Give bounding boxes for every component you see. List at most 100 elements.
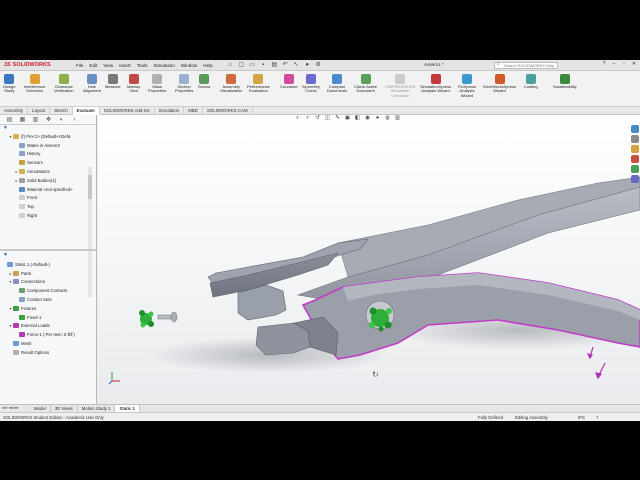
- simulation-filter-icon[interactable]: ▼: [3, 252, 8, 258]
- property-manager-tab-icon[interactable]: ▦: [19, 116, 26, 123]
- minimize-button[interactable]: –: [610, 61, 618, 67]
- tab-scroll-arrows[interactable]: ◂ ▸ ◂◂ ▸▸: [2, 405, 30, 412]
- tab-sketch[interactable]: Sketch: [50, 107, 73, 115]
- open-icon[interactable]: ▭: [249, 62, 256, 69]
- design-library-icon[interactable]: [631, 135, 639, 143]
- tab-simulation[interactable]: Simulation: [155, 107, 185, 115]
- menu-item-window[interactable]: Window: [181, 63, 197, 68]
- tree-node[interactable]: ▾ (f) Pin<1> (Default<<Defa: [0, 132, 96, 141]
- tree-node[interactable]: Force-1 (:Per item: 5 lbf:): [0, 330, 97, 339]
- tab-layout[interactable]: Layout: [28, 107, 51, 115]
- menu-item-file[interactable]: File: [76, 63, 83, 68]
- cmd-symmetry-check[interactable]: Symmetry Check: [302, 74, 320, 94]
- cmd-design-study[interactable]: Design Study: [3, 74, 15, 94]
- tree-node[interactable]: ▸ Annotations: [0, 167, 96, 176]
- tree-node[interactable]: ▾ External Loads: [0, 322, 97, 331]
- units-status[interactable]: IPS: [578, 415, 585, 420]
- filter-icon[interactable]: ▼: [0, 125, 96, 132]
- help-toggle-icon[interactable]: ?: [596, 415, 598, 420]
- cmd-simulationxpress-analysiswizard[interactable]: SimulationXpress Analysis Wizard: [420, 74, 451, 94]
- tree-node[interactable]: Fixed-1: [0, 313, 97, 322]
- tree-node[interactable]: ▾ Fixtures: [0, 304, 97, 313]
- home-icon[interactable]: ⌂: [227, 62, 234, 69]
- save-icon[interactable]: ▪: [260, 62, 267, 69]
- pliers-model[interactable]: [98, 115, 640, 404]
- cmd-mass-properties[interactable]: Mass Properties: [148, 74, 166, 94]
- appearances-icon[interactable]: [631, 155, 639, 163]
- cmd-measure[interactable]: Measure: [105, 74, 121, 89]
- cmd-interference-detection[interactable]: Interference Detection: [24, 74, 45, 94]
- tree-node[interactable]: ▸ Parts: [0, 269, 97, 278]
- fixture-symbol-pivot[interactable]: [369, 307, 392, 332]
- tab-solidworks-add-ins[interactable]: SOLIDWORKS Add-Ins: [100, 107, 155, 115]
- tree-node[interactable]: Contact Sets: [0, 295, 97, 304]
- panel-splitter[interactable]: [0, 249, 97, 251]
- fixture-symbol-left[interactable]: [139, 310, 154, 328]
- tree-node[interactable]: Sensors: [0, 158, 96, 167]
- cmd-section-properties[interactable]: Section Properties: [175, 74, 193, 94]
- feature-manager-tab-icon[interactable]: ▤: [6, 116, 13, 123]
- tree-node[interactable]: Component Contacts: [0, 286, 97, 295]
- help-icon[interactable]: ?: [600, 61, 608, 67]
- model-tab-model[interactable]: Model: [30, 405, 51, 412]
- tree-node[interactable]: History: [0, 150, 96, 159]
- menu-item-tools[interactable]: Tools: [137, 63, 148, 68]
- tab-mbd[interactable]: MBD: [184, 107, 203, 115]
- cmd-clearance-verification[interactable]: Clearance Verification: [54, 74, 74, 94]
- menu-item-simulation[interactable]: Simulation: [153, 63, 174, 68]
- tree-node[interactable]: ▾ Connections: [0, 278, 97, 287]
- solidworks-logo[interactable]: 3S SOLIDWORKS: [0, 60, 70, 71]
- tree-node[interactable]: Front: [0, 194, 96, 203]
- tree-node[interactable]: Mesh: [0, 339, 97, 348]
- tab-evaluate[interactable]: Evaluate: [72, 107, 100, 115]
- cmd-costing[interactable]: Costing: [524, 74, 538, 89]
- solidworks-resources-icon[interactable]: [631, 125, 639, 133]
- tree-node[interactable]: Static 1 (-Default-): [0, 260, 97, 269]
- options-icon[interactable]: ⚙: [315, 62, 322, 69]
- print-icon[interactable]: ▤: [271, 62, 278, 69]
- menu-item-insert[interactable]: Insert: [119, 63, 131, 68]
- select-icon[interactable]: ↖: [293, 62, 300, 69]
- tree-node[interactable]: Top: [0, 202, 96, 211]
- cmd-sensor[interactable]: Sensor: [198, 74, 211, 89]
- solidworks-forum-icon[interactable]: [631, 175, 639, 183]
- search-input[interactable]: ⌕ Search SOLIDWORKS Help: [494, 62, 558, 69]
- cmd-hole-alignment[interactable]: Hole Alignment: [83, 74, 101, 94]
- expand-arrow-icon[interactable]: ›: [71, 117, 78, 123]
- rebuild-icon[interactable]: ●: [304, 62, 311, 69]
- menu-item-help[interactable]: Help: [203, 63, 212, 68]
- cmd-performance-evaluation[interactable]: Performance Evaluation: [247, 74, 270, 94]
- close-button[interactable]: ✕: [630, 61, 638, 67]
- graphics-area[interactable]: ⌕ ⌕ ↺ ◫ ✎ ▣ ◧ ◉ ● ◍ ▥ ↻: [98, 115, 640, 404]
- tree-node[interactable]: Material <not specified>: [0, 185, 96, 194]
- scrollbar-thumb[interactable]: [88, 175, 92, 199]
- model-tab-motion-study-1[interactable]: Motion Study 1: [78, 405, 116, 412]
- restore-button[interactable]: ▫: [620, 61, 628, 67]
- cmd-curvature[interactable]: Curvature: [280, 74, 298, 89]
- tab-assembly[interactable]: Assembly: [0, 107, 29, 115]
- cmd-driveworksxpress-wizard[interactable]: DriveWorksXpress Wizard: [483, 74, 516, 94]
- model-tab-static-1[interactable]: Static 1: [115, 405, 140, 412]
- cmd-simpressions-simulation-connector[interactable]: SIMPRESSIONS Simulation Connector: [385, 74, 415, 98]
- custom-properties-icon[interactable]: [631, 165, 639, 173]
- display-manager-tab-icon[interactable]: ◐: [58, 117, 65, 123]
- model-tab-3d-views[interactable]: 3D Views: [51, 405, 78, 412]
- tree-node[interactable]: ▸ Solid Bodies(1): [0, 176, 96, 185]
- cmd-compare-documents[interactable]: Compare Documents: [327, 74, 347, 94]
- tab-solidworks-cam[interactable]: SOLIDWORKS CAM: [203, 107, 253, 115]
- cmd-checkactive-document[interactable]: Check Active Document: [354, 74, 377, 94]
- tree-node[interactable]: Result Options: [0, 348, 97, 357]
- tree-node[interactable]: Mates in Assem3: [0, 141, 96, 150]
- file-explorer-icon[interactable]: [631, 145, 639, 153]
- configuration-manager-tab-icon[interactable]: ▥: [32, 116, 39, 123]
- dimxpert-tab-icon[interactable]: ✥: [45, 116, 52, 123]
- menu-item-edit[interactable]: Edit: [89, 63, 97, 68]
- cmd-sustainability[interactable]: Sustainability: [553, 74, 577, 89]
- force-arrow[interactable]: [586, 346, 606, 380]
- new-document-icon[interactable]: ▢: [238, 62, 245, 69]
- menu-item-view[interactable]: View: [103, 63, 113, 68]
- cmd-floxpress-analysis-wizard[interactable]: FloXpress Analysis Wizard: [458, 74, 476, 98]
- cmd-assembly-visualization[interactable]: Assembly Visualization: [220, 74, 242, 94]
- undo-icon[interactable]: ↶: [282, 62, 289, 69]
- tree-node[interactable]: Right: [0, 211, 96, 220]
